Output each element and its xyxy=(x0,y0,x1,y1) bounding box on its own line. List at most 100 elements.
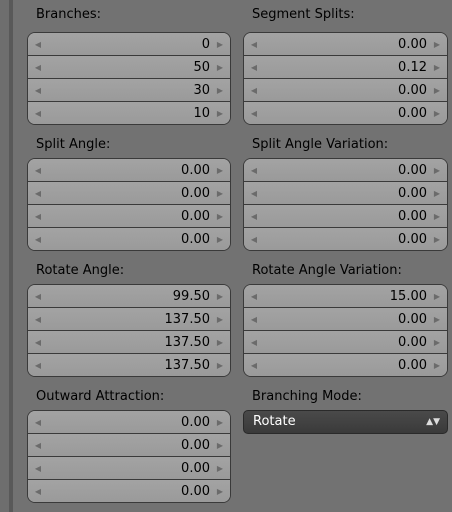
branches-field-4[interactable]: ◀ 10 ▶ xyxy=(28,102,230,124)
decrement-arrow-icon[interactable]: ◀ xyxy=(247,285,261,307)
increment-arrow-icon[interactable]: ▶ xyxy=(430,33,444,55)
increment-arrow-icon[interactable]: ▶ xyxy=(213,354,227,376)
branching-mode-value: Rotate xyxy=(253,414,296,429)
increment-arrow-icon[interactable]: ▶ xyxy=(213,308,227,330)
decrement-arrow-icon[interactable]: ◀ xyxy=(31,308,45,330)
increment-arrow-icon[interactable]: ▶ xyxy=(430,228,444,250)
decrement-arrow-icon[interactable]: ◀ xyxy=(31,228,45,250)
split-angle-value: 0.00 xyxy=(181,232,210,247)
decrement-arrow-icon[interactable]: ◀ xyxy=(31,354,45,376)
rotate-angle-field-3[interactable]: ◀ 137.50 ▶ xyxy=(28,331,230,354)
decrement-arrow-icon[interactable]: ◀ xyxy=(247,102,261,124)
increment-arrow-icon[interactable]: ▶ xyxy=(430,159,444,181)
rotate-angle-value: 137.50 xyxy=(164,358,211,373)
segment-splits-field-3[interactable]: ◀ 0.00 ▶ xyxy=(244,79,447,102)
decrement-arrow-icon[interactable]: ◀ xyxy=(247,354,261,376)
increment-arrow-icon[interactable]: ▶ xyxy=(213,79,227,101)
increment-arrow-icon[interactable]: ▶ xyxy=(430,331,444,353)
decrement-arrow-icon[interactable]: ◀ xyxy=(31,480,45,502)
increment-arrow-icon[interactable]: ▶ xyxy=(213,285,227,307)
split-angle-variation-label: Split Angle Variation: xyxy=(252,137,389,152)
increment-arrow-icon[interactable]: ▶ xyxy=(430,79,444,101)
branches-field-1[interactable]: ◀ 0 ▶ xyxy=(28,33,230,56)
increment-arrow-icon[interactable]: ▶ xyxy=(213,480,227,502)
outward-attraction-stack: ◀ 0.00 ▶ ◀ 0.00 ▶ ◀ 0.00 ▶ ◀ 0.00 ▶ xyxy=(27,410,231,503)
decrement-arrow-icon[interactable]: ◀ xyxy=(31,434,45,456)
rotate-angle-variation-label: Rotate Angle Variation: xyxy=(252,263,402,278)
outward-attraction-field-4[interactable]: ◀ 0.00 ▶ xyxy=(28,480,230,502)
rotate-angle-variation-field-4[interactable]: ◀ 0.00 ▶ xyxy=(244,354,447,376)
decrement-arrow-icon[interactable]: ◀ xyxy=(31,182,45,204)
branches-field-3[interactable]: ◀ 30 ▶ xyxy=(28,79,230,102)
split-angle-variation-field-2[interactable]: ◀ 0.00 ▶ xyxy=(244,182,447,205)
outward-attraction-field-3[interactable]: ◀ 0.00 ▶ xyxy=(28,457,230,480)
decrement-arrow-icon[interactable]: ◀ xyxy=(31,33,45,55)
decrement-arrow-icon[interactable]: ◀ xyxy=(247,331,261,353)
increment-arrow-icon[interactable]: ▶ xyxy=(213,205,227,227)
increment-arrow-icon[interactable]: ▶ xyxy=(430,308,444,330)
increment-arrow-icon[interactable]: ▶ xyxy=(213,331,227,353)
rotate-angle-value: 137.50 xyxy=(164,312,211,327)
increment-arrow-icon[interactable]: ▶ xyxy=(213,434,227,456)
increment-arrow-icon[interactable]: ▶ xyxy=(430,102,444,124)
outward-attraction-field-1[interactable]: ◀ 0.00 ▶ xyxy=(28,411,230,434)
decrement-arrow-icon[interactable]: ◀ xyxy=(31,159,45,181)
outward-attraction-field-2[interactable]: ◀ 0.00 ▶ xyxy=(28,434,230,457)
increment-arrow-icon[interactable]: ▶ xyxy=(430,354,444,376)
branches-field-2[interactable]: ◀ 50 ▶ xyxy=(28,56,230,79)
rotate-angle-variation-field-2[interactable]: ◀ 0.00 ▶ xyxy=(244,308,447,331)
decrement-arrow-icon[interactable]: ◀ xyxy=(247,56,261,78)
increment-arrow-icon[interactable]: ▶ xyxy=(213,457,227,479)
updown-arrows-icon: ▲▼ xyxy=(426,417,440,427)
increment-arrow-icon[interactable]: ▶ xyxy=(213,102,227,124)
rotate-angle-variation-field-3[interactable]: ◀ 0.00 ▶ xyxy=(244,331,447,354)
rotate-angle-field-2[interactable]: ◀ 137.50 ▶ xyxy=(28,308,230,331)
split-angle-field-2[interactable]: ◀ 0.00 ▶ xyxy=(28,182,230,205)
split-angle-field-3[interactable]: ◀ 0.00 ▶ xyxy=(28,205,230,228)
rotate-angle-label: Rotate Angle: xyxy=(36,263,125,278)
increment-arrow-icon[interactable]: ▶ xyxy=(430,285,444,307)
split-angle-variation-field-3[interactable]: ◀ 0.00 ▶ xyxy=(244,205,447,228)
split-angle-field-4[interactable]: ◀ 0.00 ▶ xyxy=(28,228,230,250)
increment-arrow-icon[interactable]: ▶ xyxy=(213,159,227,181)
increment-arrow-icon[interactable]: ▶ xyxy=(430,56,444,78)
decrement-arrow-icon[interactable]: ◀ xyxy=(31,102,45,124)
rotate-angle-variation-field-1[interactable]: ◀ 15.00 ▶ xyxy=(244,285,447,308)
branching-mode-label: Branching Mode: xyxy=(252,389,362,404)
decrement-arrow-icon[interactable]: ◀ xyxy=(247,205,261,227)
branching-mode-dropdown[interactable]: Rotate ▲▼ xyxy=(243,410,448,434)
increment-arrow-icon[interactable]: ▶ xyxy=(213,56,227,78)
segment-splits-value: 0.00 xyxy=(398,106,427,121)
split-angle-field-1[interactable]: ◀ 0.00 ▶ xyxy=(28,159,230,182)
decrement-arrow-icon[interactable]: ◀ xyxy=(247,308,261,330)
outward-attraction-label: Outward Attraction: xyxy=(36,389,165,404)
decrement-arrow-icon[interactable]: ◀ xyxy=(31,79,45,101)
split-angle-variation-field-4[interactable]: ◀ 0.00 ▶ xyxy=(244,228,447,250)
increment-arrow-icon[interactable]: ▶ xyxy=(213,228,227,250)
decrement-arrow-icon[interactable]: ◀ xyxy=(31,411,45,433)
increment-arrow-icon[interactable]: ▶ xyxy=(213,411,227,433)
rotate-angle-field-4[interactable]: ◀ 137.50 ▶ xyxy=(28,354,230,376)
segment-splits-field-2[interactable]: ◀ 0.12 ▶ xyxy=(244,56,447,79)
segment-splits-field-1[interactable]: ◀ 0.00 ▶ xyxy=(244,33,447,56)
decrement-arrow-icon[interactable]: ◀ xyxy=(31,205,45,227)
decrement-arrow-icon[interactable]: ◀ xyxy=(247,228,261,250)
branches-value: 0 xyxy=(201,37,210,52)
decrement-arrow-icon[interactable]: ◀ xyxy=(247,159,261,181)
decrement-arrow-icon[interactable]: ◀ xyxy=(31,457,45,479)
increment-arrow-icon[interactable]: ▶ xyxy=(213,182,227,204)
decrement-arrow-icon[interactable]: ◀ xyxy=(247,33,261,55)
rotate-angle-value: 99.50 xyxy=(172,289,210,304)
decrement-arrow-icon[interactable]: ◀ xyxy=(247,182,261,204)
decrement-arrow-icon[interactable]: ◀ xyxy=(31,331,45,353)
increment-arrow-icon[interactable]: ▶ xyxy=(430,205,444,227)
decrement-arrow-icon[interactable]: ◀ xyxy=(31,56,45,78)
increment-arrow-icon[interactable]: ▶ xyxy=(213,33,227,55)
segment-splits-value: 0.00 xyxy=(398,37,427,52)
rotate-angle-field-1[interactable]: ◀ 99.50 ▶ xyxy=(28,285,230,308)
segment-splits-field-4[interactable]: ◀ 0.00 ▶ xyxy=(244,102,447,124)
decrement-arrow-icon[interactable]: ◀ xyxy=(247,79,261,101)
split-angle-variation-field-1[interactable]: ◀ 0.00 ▶ xyxy=(244,159,447,182)
decrement-arrow-icon[interactable]: ◀ xyxy=(31,285,45,307)
increment-arrow-icon[interactable]: ▶ xyxy=(430,182,444,204)
